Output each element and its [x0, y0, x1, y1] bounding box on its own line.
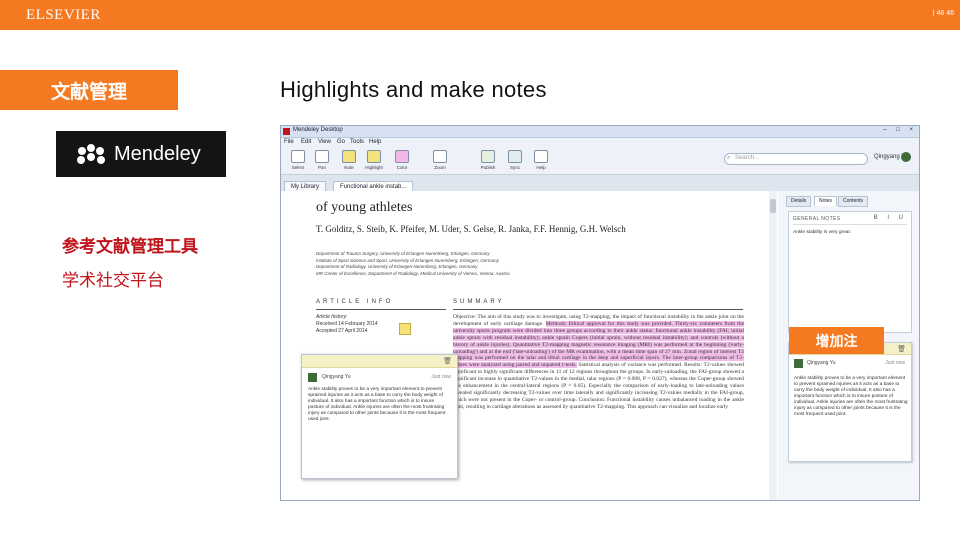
sync-icon: [508, 150, 522, 163]
vertical-scrollbar[interactable]: [769, 191, 777, 500]
divider: [316, 309, 446, 310]
mendeley-logo: Mendeley: [56, 131, 226, 177]
format-buttons[interactable]: B I U: [874, 215, 907, 221]
general-notes-header: GENERAL NOTES: [793, 216, 841, 222]
window-title: Mendeley Desktop: [293, 127, 343, 133]
search-placeholder: Search...: [735, 155, 760, 161]
mendeley-mark-icon: [77, 144, 105, 164]
article-affiliations: Department of Trauma Surgery, University…: [316, 251, 510, 276]
menu-view[interactable]: View: [318, 139, 331, 145]
tab-details[interactable]: Details: [786, 196, 812, 207]
section-tab: 文献管理: [0, 70, 178, 110]
help-icon: [534, 150, 548, 163]
page-number: | 46 46: [932, 10, 954, 17]
search-input[interactable]: ⌕ Search...: [724, 153, 868, 165]
avatar: [794, 359, 803, 368]
general-notes-box[interactable]: GENERAL NOTES B I U Ankle stability is v…: [788, 211, 912, 333]
menu-edit[interactable]: Edit: [301, 139, 311, 145]
general-notes-text[interactable]: Ankle stability is very great: [793, 230, 850, 235]
tab-notes[interactable]: Notes: [814, 196, 838, 206]
article-authors: T. Golditz, S. Steib, K. Pfeifer, M. Ude…: [316, 224, 626, 234]
article-history: Article history: Received 14 February 20…: [316, 314, 378, 334]
mendeley-wordmark: Mendeley: [114, 142, 201, 165]
app-icon: [283, 128, 290, 135]
note-popup-header: 🗑: [302, 355, 457, 368]
note-text[interactable]: Ankle stability proves to be a very impo…: [308, 387, 448, 423]
zoom-button[interactable]: Zoom: [427, 150, 453, 170]
divider: [793, 224, 907, 225]
pan-hand-icon: [315, 150, 329, 163]
sync-button[interactable]: Sync: [502, 150, 528, 170]
side-text-reference-tool: 参考文献管理工具: [62, 237, 198, 256]
top-brand-bar: ELSEVIER | 46 46: [0, 0, 960, 30]
note-author: Qingyang Yu: [322, 374, 351, 380]
trash-icon[interactable]: 🗑: [443, 357, 452, 365]
summary-header: SUMMARY: [453, 299, 505, 305]
slide-title: Highlights and make notes: [280, 77, 547, 102]
scrollbar-thumb[interactable]: [770, 199, 776, 213]
select-cursor-icon: [291, 150, 305, 163]
search-icon: ⌕: [727, 155, 731, 161]
publish-icon: [481, 150, 495, 163]
article-title: of young athletes: [316, 200, 413, 215]
sticky-note-icon[interactable]: [399, 323, 411, 335]
help-button[interactable]: Help: [528, 150, 554, 170]
note-popup[interactable]: 🗑 Qingyang Yu Just now Ankle stability p…: [301, 354, 458, 479]
avatar: [308, 373, 317, 382]
elsevier-logo: ELSEVIER: [26, 7, 101, 23]
highlight-icon: [367, 150, 381, 163]
note-icon: [342, 150, 356, 163]
select-button[interactable]: Select: [285, 150, 311, 170]
tab-contents[interactable]: Contents: [838, 196, 869, 207]
color-icon: [395, 150, 409, 163]
note-time: Just now: [431, 374, 451, 380]
note-author: Qingyang Yu: [807, 360, 836, 366]
zoom-icon: [433, 150, 447, 163]
menu-file[interactable]: File: [284, 139, 294, 145]
document-tabbar: My Library Functional ankle instab...: [281, 175, 919, 192]
add-note-callout: 增加注: [789, 327, 884, 354]
summary-text: Objective: The aim of this study was to …: [453, 314, 745, 410]
note-time: Just now: [885, 360, 905, 366]
side-text-social-platform: 学术社交平台: [62, 271, 164, 290]
menu-go[interactable]: Go: [337, 139, 345, 145]
highlight-button[interactable]: Highlight: [361, 150, 387, 170]
trash-icon[interactable]: 🗑: [897, 345, 906, 353]
menu-bar: File Edit View Go Tools Help: [281, 138, 919, 148]
publish-button[interactable]: Publish: [475, 150, 501, 170]
article-info-header: ARTICLE INFO: [316, 299, 394, 305]
menu-help[interactable]: Help: [369, 139, 381, 145]
pdf-viewer: of young athletes T. Golditz, S. Steib, …: [281, 191, 779, 500]
window-titlebar: Mendeley Desktop – □ ×: [281, 126, 919, 138]
note-button[interactable]: Note: [336, 150, 362, 170]
mendeley-window: Mendeley Desktop – □ × File Edit View Go…: [280, 125, 920, 501]
divider: [453, 309, 743, 310]
window-controls[interactable]: – □ ×: [883, 127, 917, 133]
menu-tools[interactable]: Tools: [350, 139, 364, 145]
avatar[interactable]: [901, 152, 911, 162]
pan-button[interactable]: Pan: [309, 150, 335, 170]
color-button[interactable]: Color: [389, 150, 415, 170]
annotation-note-card[interactable]: 🗑 Qingyang Yu Just now Ankle stability p…: [788, 342, 912, 462]
note-text[interactable]: Ankle stability proves to be a very impo…: [794, 376, 908, 418]
